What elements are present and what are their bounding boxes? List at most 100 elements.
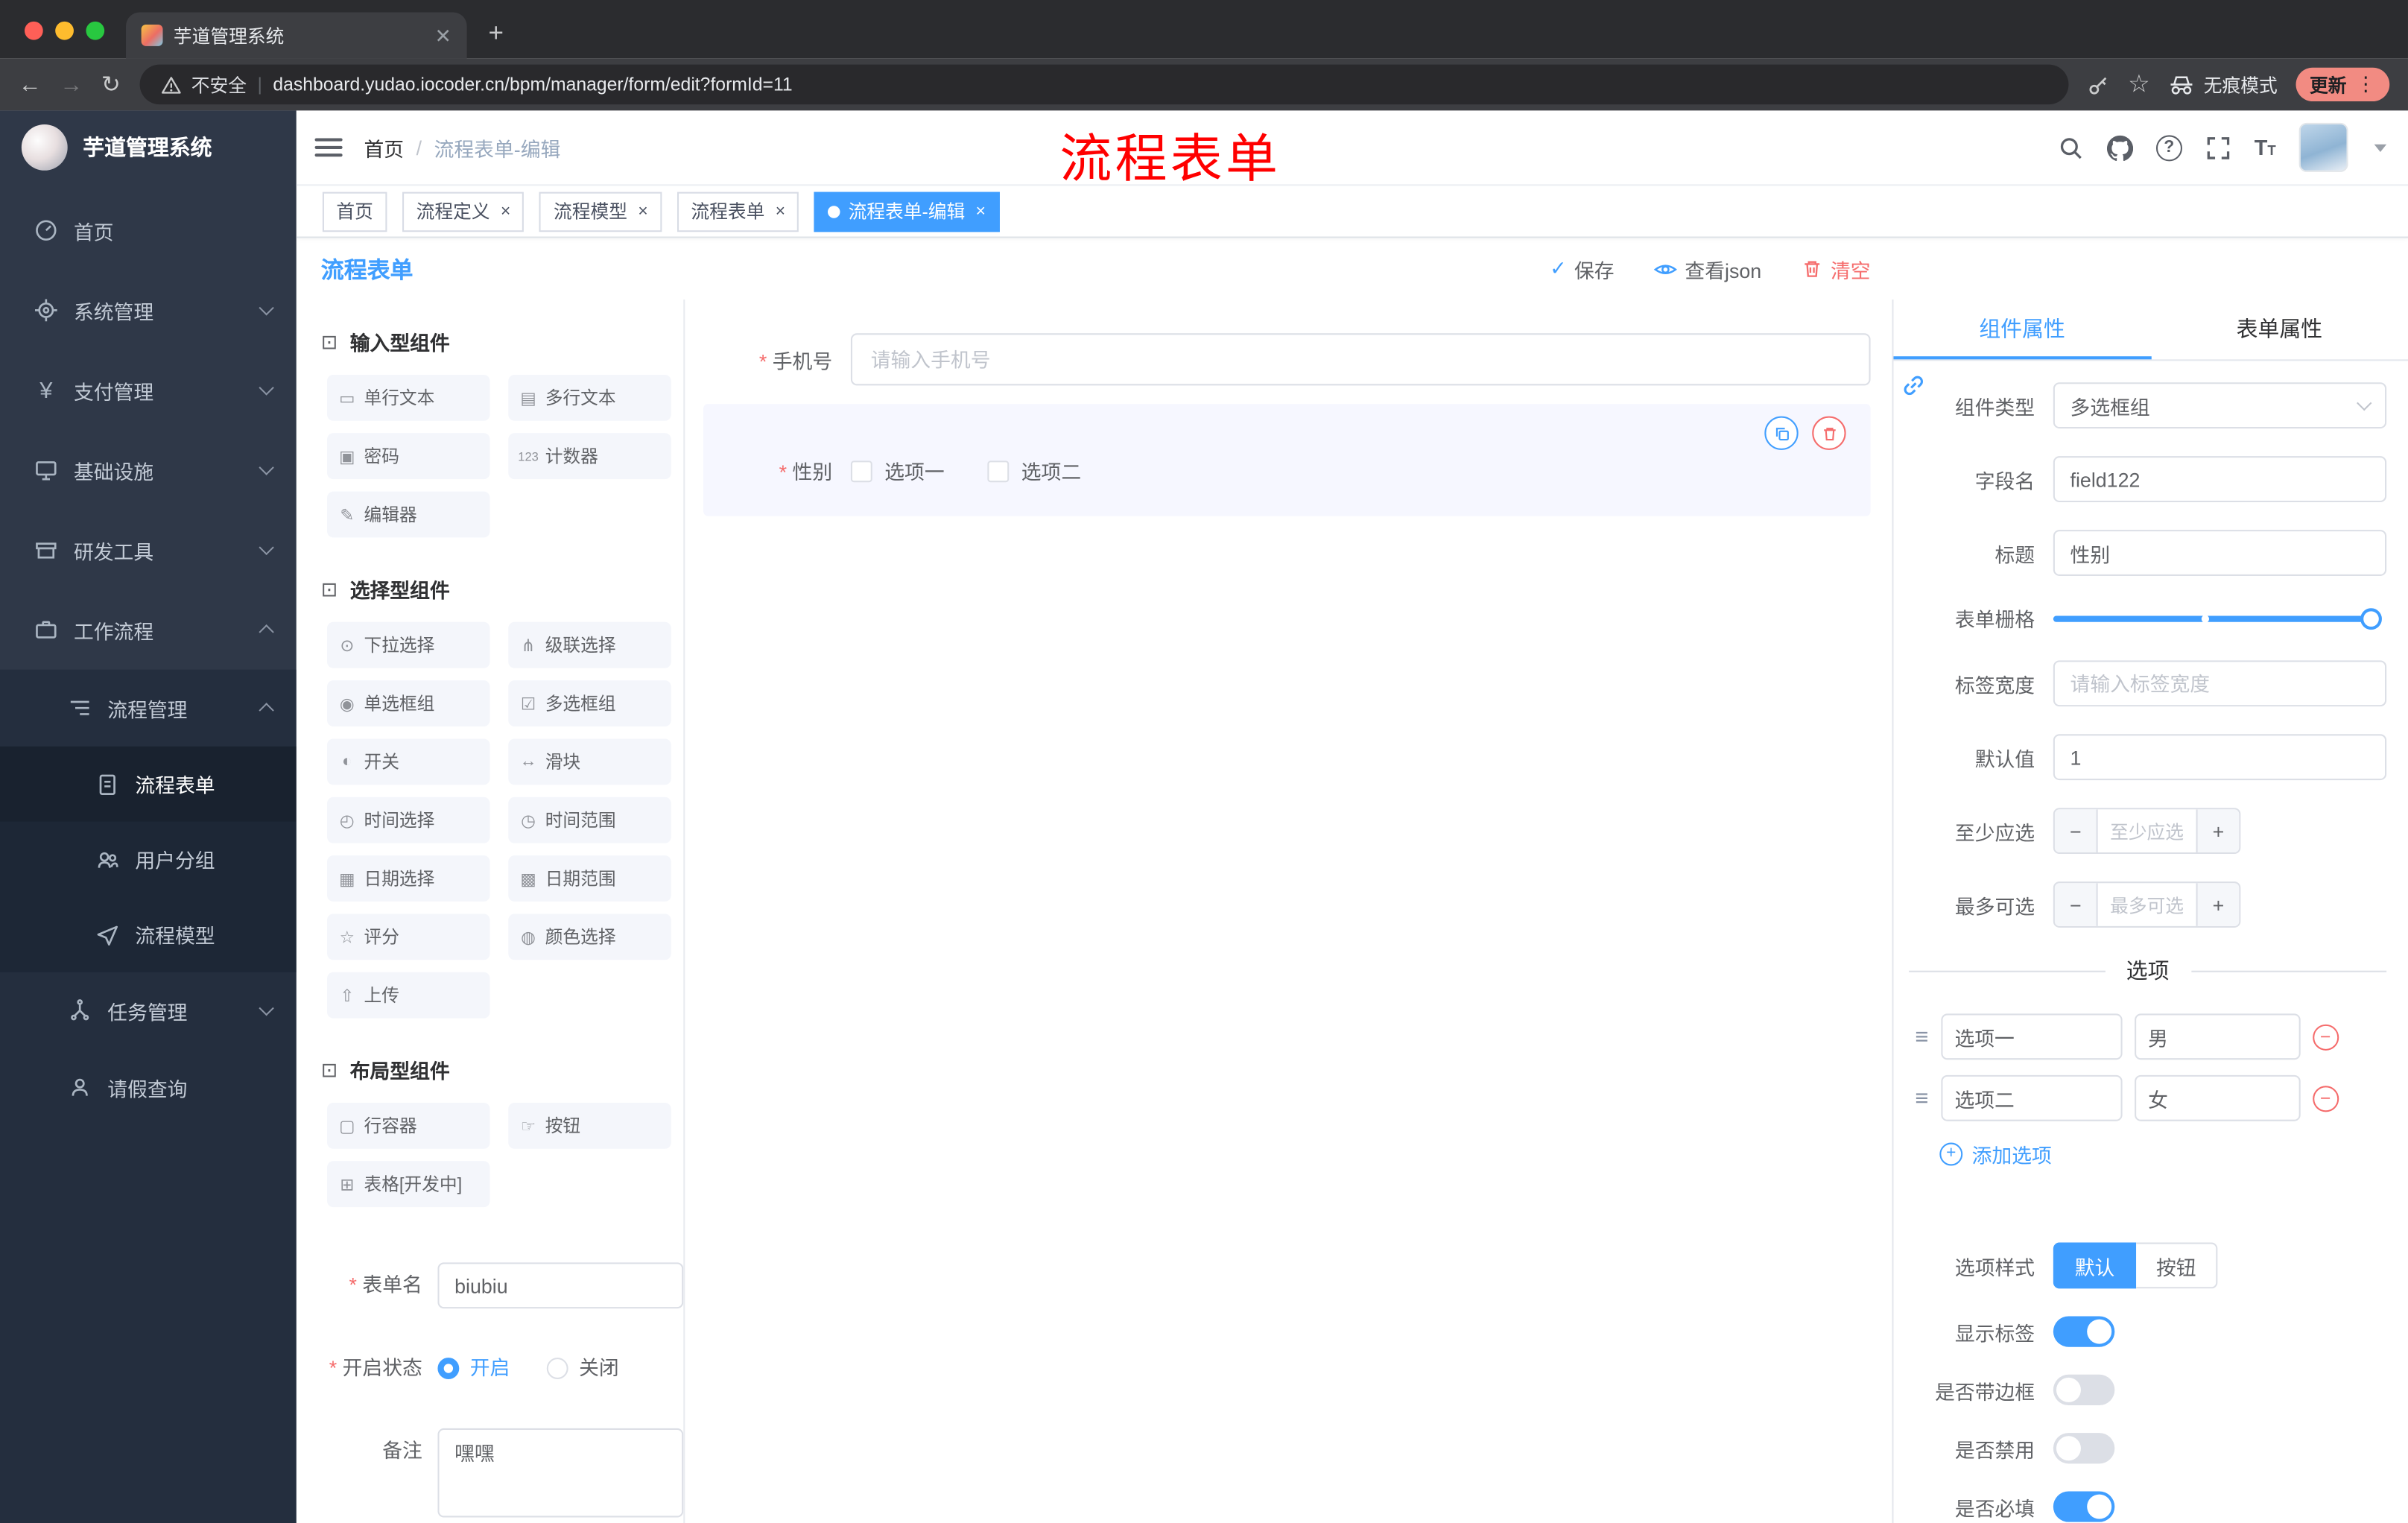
component-chip-select[interactable]: ⊙ 下拉选择 [327,621,490,668]
canvas-field-phone[interactable]: 手机号 [703,333,1871,386]
component-chip-button[interactable]: ☞ 按钮 [508,1102,671,1149]
form-remark-textarea[interactable]: 嘿嘿 [437,1428,684,1518]
view-json-button[interactable]: 查看json [1654,254,1761,283]
sidebar-item-leave-query[interactable]: 请假查询 [0,1049,297,1126]
show-label-toggle[interactable] [2053,1316,2115,1347]
window-minimize-button[interactable] [55,21,74,40]
breadcrumb-home[interactable]: 首页 [364,133,405,162]
add-option-button[interactable]: + 添加选项 [1939,1139,2408,1168]
forward-button[interactable]: → [60,73,83,96]
component-chip-table[interactable]: ⊞ 表格[开发中] [327,1161,490,1208]
form-name-input[interactable] [437,1262,684,1309]
default-value-input[interactable] [2053,734,2387,781]
tag-close-icon[interactable]: × [776,202,785,221]
fullscreen-icon[interactable] [2205,134,2231,160]
option-value-input[interactable] [2134,1074,2301,1121]
component-chip-row-container[interactable]: ▢ 行容器 [327,1102,490,1149]
component-chip-time-picker[interactable]: ◴ 时间选择 [327,797,490,843]
title-input[interactable] [2053,530,2387,576]
drag-handle-icon[interactable]: ≡ [1915,1024,1928,1050]
browser-update-button[interactable]: 更新 ⋮ [2295,67,2390,102]
component-chip-checkbox-group[interactable]: ☑ 多选框组 [508,680,671,726]
component-chip-date-picker[interactable]: ▦ 日期选择 [327,855,490,902]
sidebar-item-process-model[interactable]: 流程模型 [0,896,297,972]
component-chip-date-range[interactable]: ▩ 日期范围 [508,855,671,902]
option-label-input[interactable] [1940,1013,2123,1060]
component-chip-counter[interactable]: 123 计数器 [508,433,671,480]
option-label-input[interactable] [1940,1074,2123,1121]
tag-process-model[interactable]: 流程模型 × [539,191,662,232]
remove-option-button[interactable]: − [2312,1023,2339,1050]
delete-field-button[interactable] [1812,416,1846,450]
status-off-radio[interactable]: 关闭 [546,1346,619,1392]
form-grid-slider[interactable] [2053,607,2382,630]
tag-close-icon[interactable]: × [638,202,647,221]
border-toggle[interactable] [2053,1374,2115,1406]
back-button[interactable]: ← [19,73,42,96]
address-bar[interactable]: 不安全 | dashboard.yudao.iocoder.cn/bpm/man… [139,64,2068,105]
gender-option-2[interactable]: 选项二 [987,456,1081,485]
tag-close-icon[interactable]: × [976,202,986,221]
tag-process-form-edit[interactable]: 流程表单-编辑 × [814,191,1000,232]
sidebar-item-devtools[interactable]: 研发工具 [0,510,297,589]
new-tab-button[interactable]: + [488,19,503,49]
component-chip-time-range[interactable]: ◷ 时间范围 [508,797,671,843]
font-size-icon[interactable]: TT [2255,135,2276,159]
component-chip-switch[interactable]: ◐ 开关 [327,738,490,785]
component-chip-slider[interactable]: ↔ 滑块 [508,738,671,785]
minus-button[interactable]: − [2054,809,2098,852]
sidebar-item-process-mgmt[interactable]: 流程管理 [0,670,297,747]
component-chip-multi-line[interactable]: ▤ 多行文本 [508,374,671,421]
link-icon[interactable] [1901,373,1926,398]
bookmark-star-icon[interactable]: ☆ [2128,69,2150,100]
clear-button[interactable]: 清空 [1802,254,1871,283]
slider-handle[interactable] [2360,607,2382,630]
minus-button[interactable]: − [2054,883,2098,926]
sidebar-item-payment[interactable]: ¥ 支付管理 [0,350,297,430]
required-toggle[interactable] [2053,1491,2115,1522]
style-button-button[interactable]: 按钮 [2136,1242,2218,1289]
component-chip-rate[interactable]: ☆ 评分 [327,914,490,960]
window-close-button[interactable] [24,21,43,40]
sidebar-item-user-group[interactable]: 用户分组 [0,821,297,897]
canvas-field-gender-selected[interactable]: 性别 选项一 选项二 [703,404,1871,516]
tag-close-icon[interactable]: × [501,202,510,221]
password-key-icon[interactable] [2086,73,2109,96]
component-chip-radio-group[interactable]: ◉ 单选框组 [327,680,490,726]
tab-form-props[interactable]: 表单属性 [2151,300,2408,359]
window-zoom-button[interactable] [86,21,105,40]
remove-option-button[interactable]: − [2312,1085,2339,1112]
search-icon[interactable] [2058,134,2084,160]
checkbox-icon[interactable] [850,460,872,482]
copy-field-button[interactable] [1764,416,1799,450]
drag-handle-icon[interactable]: ≡ [1915,1085,1928,1111]
sidebar-item-infra[interactable]: 基础设施 [0,430,297,510]
checkbox-icon[interactable] [987,460,1010,482]
sidebar-item-workflow[interactable]: 工作流程 [0,590,297,670]
user-avatar[interactable] [2298,122,2348,172]
component-chip-editor[interactable]: ✎ 编辑器 [327,491,490,538]
style-default-button[interactable]: 默认 [2053,1242,2137,1289]
status-on-radio[interactable]: 开启 [437,1346,510,1392]
sidebar-item-process-form[interactable]: 流程表单 [0,746,297,822]
github-icon[interactable] [2106,134,2133,160]
component-chip-single-line[interactable]: ▭ 单行文本 [327,374,490,421]
plus-button[interactable]: + [2196,809,2240,852]
hamburger-icon[interactable] [314,138,343,157]
phone-input[interactable] [850,333,1871,386]
component-chip-upload[interactable]: ⇧ 上传 [327,972,490,1019]
help-icon[interactable]: ? [2155,134,2182,161]
plus-button[interactable]: + [2196,883,2240,926]
sidebar-item-home[interactable]: 首页 [0,191,297,270]
form-canvas[interactable]: 手机号 性别 选项一 选项二 [683,299,1892,1523]
tab-close-icon[interactable]: ✕ [435,25,452,45]
tag-process-form[interactable]: 流程表单 × [677,191,799,232]
tag-process-definition[interactable]: 流程定义 × [402,191,525,232]
sidebar-item-system[interactable]: 系统管理 [0,270,297,350]
component-type-select[interactable]: 多选框组 [2053,382,2387,429]
field-name-input[interactable] [2053,456,2387,503]
sidebar-item-task-mgmt[interactable]: 任务管理 [0,972,297,1049]
label-width-input[interactable] [2053,660,2387,707]
browser-menu-icon[interactable]: ⋮ [2356,72,2376,97]
option-value-input[interactable] [2134,1013,2301,1060]
